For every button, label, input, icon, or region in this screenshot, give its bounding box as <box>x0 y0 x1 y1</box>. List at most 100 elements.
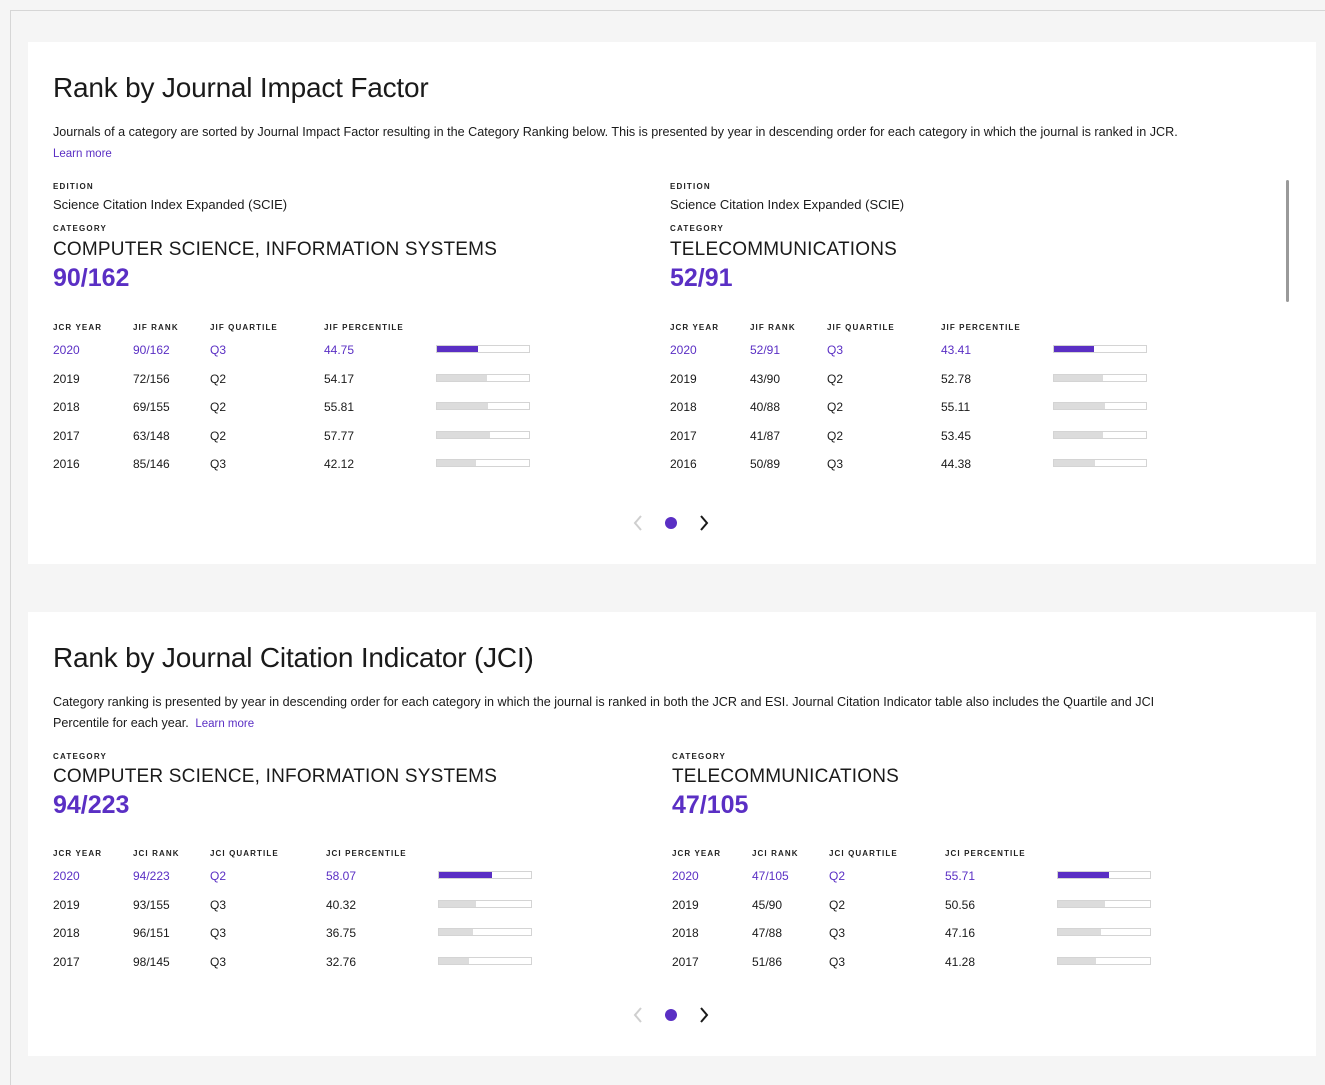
table-row[interactable]: 2020 94/223 Q2 58.07 <box>53 869 533 889</box>
jci-rank-cell: 96/151 <box>133 926 170 940</box>
jif-rank-cell: 63/148 <box>133 429 170 443</box>
table-row[interactable]: 2020 90/162 Q3 44.75 <box>53 343 533 363</box>
table-row[interactable]: 2020 52/91 Q3 43.41 <box>670 343 1150 363</box>
jif-quartile-cell: Q2 <box>210 372 227 386</box>
jif-category-column: EDITION Science Citation Index Expanded … <box>670 182 1230 482</box>
jif-percentile-cell: 52.78 <box>941 372 972 386</box>
percentile-bar-fill <box>1058 958 1096 964</box>
jif-learn-more-link[interactable]: Learn more <box>53 148 112 160</box>
jif-rank-card: Rank by Journal Impact Factor Journals o… <box>28 42 1316 564</box>
jcr-year-cell[interactable]: 2020 <box>672 869 699 883</box>
jif-percentile-cell[interactable]: 43.41 <box>941 343 971 357</box>
jif-quartile-cell: Q2 <box>210 400 227 414</box>
category-rank: 52/91 <box>670 264 733 292</box>
jif-section-description: Journals of a category are sorted by Jou… <box>53 125 1178 160</box>
percentile-bar <box>1057 871 1151 879</box>
jif-category-column: EDITION Science Citation Index Expanded … <box>53 182 613 482</box>
jcr-year-cell: 2019 <box>670 372 697 386</box>
carousel-scrollbar[interactable] <box>1286 180 1289 302</box>
table-row: 2018 47/88 Q3 47.16 <box>672 926 1152 946</box>
percentile-bar <box>1053 345 1147 353</box>
percentile-bar-fill <box>437 346 479 352</box>
jcr-year-cell: 2017 <box>53 429 80 443</box>
col-header-jif-quartile: JIF QUARTILE <box>827 323 895 332</box>
jcr-year-cell: 2016 <box>670 457 697 471</box>
jcr-year-cell: 2018 <box>670 400 697 414</box>
chevron-left-icon[interactable] <box>628 1003 648 1027</box>
jci-learn-more-link[interactable]: Learn more <box>195 718 254 730</box>
percentile-bar-fill <box>1058 901 1105 907</box>
table-row: 2016 85/146 Q3 42.12 <box>53 457 533 477</box>
chevron-right-icon[interactable] <box>694 1003 714 1027</box>
category-name: TELECOMMUNICATIONS <box>670 239 898 260</box>
jcr-year-cell[interactable]: 2020 <box>53 869 80 883</box>
jif-rank-cell: 69/155 <box>133 400 170 414</box>
jci-quartile-cell: Q3 <box>210 898 227 912</box>
percentile-bar <box>436 431 530 439</box>
table-row: 2017 41/87 Q2 53.45 <box>670 429 1150 449</box>
percentile-bar-fill <box>1058 872 1110 878</box>
table-row: 2018 40/88 Q2 55.11 <box>670 400 1150 420</box>
jif-rank-cell[interactable]: 90/162 <box>133 343 170 357</box>
jif-carousel-pager <box>28 511 1316 537</box>
category-name: TELECOMMUNICATIONS <box>672 766 900 787</box>
jci-percentile-cell: 47.16 <box>945 926 976 940</box>
percentile-bar <box>438 957 532 965</box>
percentile-bar <box>436 402 530 410</box>
jif-quartile-cell: Q2 <box>827 429 844 443</box>
jcr-year-cell: 2018 <box>53 400 80 414</box>
jci-quartile-cell: Q3 <box>829 955 846 969</box>
table-row: 2016 50/89 Q3 44.38 <box>670 457 1150 477</box>
jci-percentile-cell[interactable]: 55.71 <box>945 869 975 883</box>
jif-rank-cell: 41/87 <box>750 429 781 443</box>
jci-rank-cell: 93/155 <box>133 898 170 912</box>
jif-percentile-cell[interactable]: 44.75 <box>324 343 354 357</box>
page-dot-icon[interactable] <box>665 1009 677 1021</box>
percentile-bar-fill <box>1054 375 1103 381</box>
percentile-bar-fill <box>1054 403 1105 409</box>
jci-rank-cell: 47/88 <box>752 926 783 940</box>
percentile-bar <box>1057 900 1151 908</box>
jif-rank-cell: 72/156 <box>133 372 170 386</box>
col-header-jcr-year: JCR YEAR <box>670 323 720 332</box>
chevron-left-icon[interactable] <box>628 511 648 535</box>
jci-percentile-cell[interactable]: 58.07 <box>326 869 356 883</box>
category-rank: 47/105 <box>672 791 749 819</box>
percentile-bar <box>436 374 530 382</box>
category-label: CATEGORY <box>672 752 727 761</box>
jif-percentile-cell: 57.77 <box>324 429 355 443</box>
category-label: CATEGORY <box>53 752 108 761</box>
jif-section-title: Rank by Journal Impact Factor <box>53 72 429 103</box>
chevron-right-icon[interactable] <box>694 511 714 535</box>
jci-quartile-cell[interactable]: Q2 <box>210 869 226 883</box>
jif-quartile-cell: Q3 <box>210 457 227 471</box>
percentile-bar <box>1053 459 1147 467</box>
jcr-year-cell: 2018 <box>53 926 80 940</box>
category-label: CATEGORY <box>53 224 108 233</box>
jif-quartile-cell[interactable]: Q3 <box>210 343 226 357</box>
percentile-bar-fill <box>439 929 473 935</box>
col-header-jci-percentile: JCI PERCENTILE <box>945 849 1026 858</box>
jcr-year-cell[interactable]: 2020 <box>670 343 697 357</box>
edition-value: Science Citation Index Expanded (SCIE) <box>670 197 905 212</box>
jif-quartile-cell[interactable]: Q3 <box>827 343 843 357</box>
jif-rank-cell: 85/146 <box>133 457 170 471</box>
jci-rank-cell[interactable]: 94/223 <box>133 869 170 883</box>
jif-rank-cell[interactable]: 52/91 <box>750 343 780 357</box>
table-row[interactable]: 2020 47/105 Q2 55.71 <box>672 869 1152 889</box>
col-header-jci-quartile: JCI QUARTILE <box>210 849 279 858</box>
jci-quartile-cell[interactable]: Q2 <box>829 869 845 883</box>
jci-percentile-cell: 32.76 <box>326 955 357 969</box>
table-row: 2018 69/155 Q2 55.81 <box>53 400 533 420</box>
col-header-jci-percentile: JCI PERCENTILE <box>326 849 407 858</box>
jcr-year-cell[interactable]: 2020 <box>53 343 80 357</box>
jci-percentile-cell: 36.75 <box>326 926 357 940</box>
page-dot-icon[interactable] <box>665 517 677 529</box>
jif-quartile-cell: Q2 <box>210 429 227 443</box>
edition-value: Science Citation Index Expanded (SCIE) <box>53 197 288 212</box>
jif-quartile-cell: Q2 <box>827 372 844 386</box>
jci-quartile-cell: Q3 <box>210 955 227 969</box>
category-name: COMPUTER SCIENCE, INFORMATION SYSTEMS <box>53 239 498 260</box>
category-name: COMPUTER SCIENCE, INFORMATION SYSTEMS <box>53 766 498 787</box>
jci-rank-cell[interactable]: 47/105 <box>752 869 789 883</box>
